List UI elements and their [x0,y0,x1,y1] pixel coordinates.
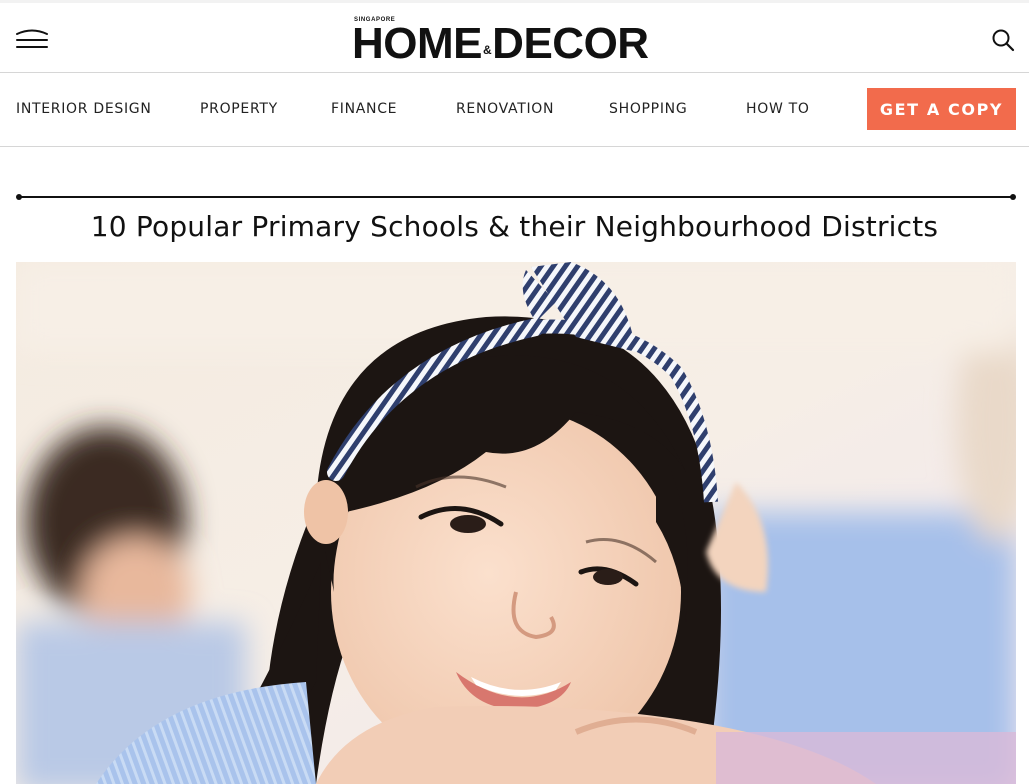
main-nav: INTERIOR DESIGN PROPERTY FINANCE RENOVAT… [0,73,1029,147]
nav-item-finance[interactable]: FINANCE [331,101,397,117]
site-header: SINGAPORE HOME&DECOR [0,3,1029,73]
divider-dot-left [16,194,22,200]
logo-word-home: HOME [352,19,483,68]
hero-illustration [16,262,1016,784]
page: SINGAPORE HOME&DECOR INTERIOR DESIGN PRO… [0,0,1029,784]
nav-item-interior-design[interactable]: INTERIOR DESIGN [16,101,152,117]
menu-button[interactable] [15,25,49,51]
nav-item-property[interactable]: PROPERTY [200,101,278,117]
article-title: 10 Popular Primary Schools & their Neigh… [90,210,939,243]
nav-item-shopping[interactable]: SHOPPING [609,101,687,117]
title-divider [16,194,1016,200]
logo-word-decor: DECOR [492,19,649,68]
logo-wordmark: HOME&DECOR [352,22,649,66]
nav-item-renovation[interactable]: RENOVATION [456,101,554,117]
logo-ampersand: & [483,43,492,58]
nav-item-how-to[interactable]: HOW TO [746,101,810,117]
search-button[interactable] [989,26,1017,54]
hero-image [16,262,1016,784]
search-icon [992,29,1015,52]
site-logo[interactable]: SINGAPORE HOME&DECOR [350,13,690,66]
get-a-copy-button[interactable]: GET A COPY [867,88,1016,130]
hamburger-icon [16,29,48,48]
divider-dot-right [1010,194,1016,200]
